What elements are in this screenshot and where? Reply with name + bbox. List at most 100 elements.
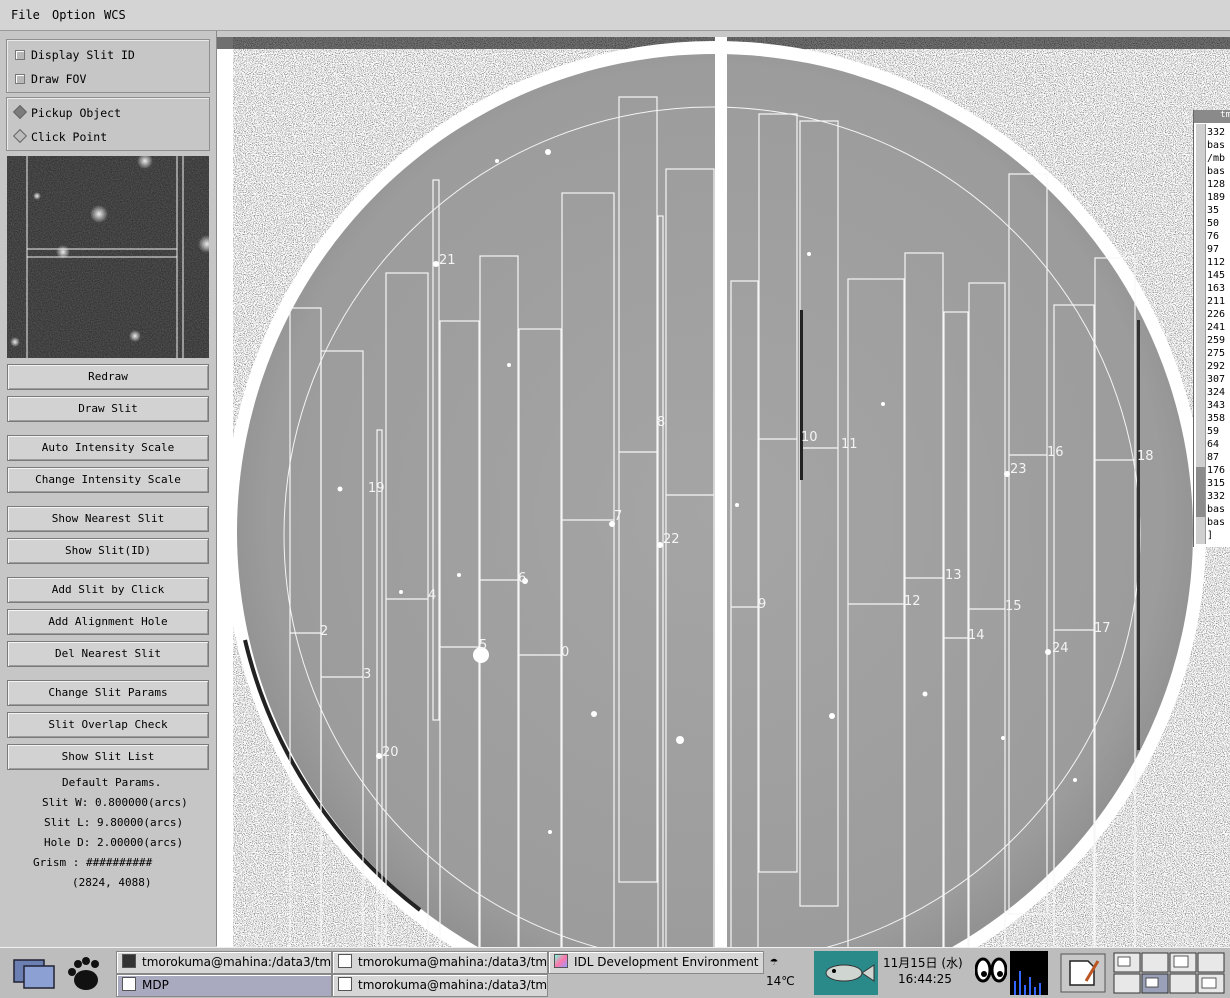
taskbar-terminal-2[interactable]: tmorokuma@mahina:/data3/tmor bbox=[332, 951, 548, 974]
field-image-svg: 0 2 3 4 5 6 7 8 9 10 11 12 13 14 15 16 1… bbox=[217, 37, 1230, 947]
slit-label: 7 bbox=[614, 509, 622, 524]
zoom-preview[interactable] bbox=[7, 156, 209, 358]
draw-slit-button[interactable]: Draw Slit bbox=[7, 396, 209, 422]
taskbar-terminal-3[interactable]: tmorokuma@mahina:/data3/tmor bbox=[332, 974, 548, 997]
slit-list-line: 226 bbox=[1207, 309, 1226, 320]
slit-list-line: 189 bbox=[1207, 192, 1226, 203]
slit-list-lines: 332 bas/mb bas 128 189 35 50 76 97 112 145 163 211 22… bbox=[1207, 126, 1225, 542]
grism-value: Grism : ########## bbox=[33, 856, 153, 869]
add-alignment-hole-button[interactable]: Add Alignment Hole bbox=[7, 609, 209, 635]
clock-date: 11月15日 (水) bbox=[883, 956, 963, 970]
slit-list-line: bas bbox=[1207, 517, 1226, 528]
slit-list-line: 87 bbox=[1207, 452, 1220, 463]
slit-list-line: 76 bbox=[1207, 231, 1220, 242]
slit-list-line: 64 bbox=[1207, 439, 1220, 450]
slit-label: 19 bbox=[368, 481, 385, 496]
terminal-icon bbox=[122, 954, 136, 968]
window-icon bbox=[338, 954, 352, 968]
gnome-foot-icon[interactable] bbox=[64, 954, 104, 994]
slit-list-line: 50 bbox=[1207, 218, 1220, 229]
menu-file[interactable]: File bbox=[11, 8, 40, 22]
slit-list-line: 112 bbox=[1207, 257, 1226, 268]
slit-list-line: 35 bbox=[1207, 205, 1220, 216]
control-panel: Display Slit ID Draw FOV Pickup Object C… bbox=[0, 31, 217, 946]
menu-wcs[interactable]: WCS bbox=[104, 8, 126, 22]
notes-icon[interactable] bbox=[1060, 953, 1106, 993]
slit-length-value: Slit L: 9.80000(arcs) bbox=[44, 816, 184, 829]
pick-mode-group: Pickup Object Click Point bbox=[6, 97, 210, 151]
slit-list-line: /mb bbox=[1207, 153, 1226, 164]
draw-fov-checkbox[interactable]: Draw FOV bbox=[15, 72, 86, 88]
slit-label: 2 bbox=[320, 624, 328, 639]
slit-label: 21 bbox=[439, 253, 456, 268]
menu-option[interactable]: Option bbox=[52, 8, 95, 22]
auto-intensity-scale-button[interactable]: Auto Intensity Scale bbox=[7, 435, 209, 461]
slit-list-line: 97 bbox=[1207, 244, 1220, 255]
show-slit-id-button[interactable]: Show Slit(ID) bbox=[7, 538, 209, 564]
pickup-object-radio[interactable]: Pickup Object bbox=[12, 104, 121, 122]
weather-icon: ☂ bbox=[770, 954, 778, 969]
scrollbar[interactable] bbox=[1196, 124, 1206, 544]
menu-bar: File Option WCS bbox=[0, 0, 1230, 31]
fish-icon[interactable] bbox=[814, 951, 878, 995]
slit-list-line: 358 bbox=[1207, 413, 1226, 424]
slit-label: 10 bbox=[801, 430, 818, 445]
slit-label: 6 bbox=[518, 571, 526, 586]
eyes-icon bbox=[975, 957, 1007, 983]
click-point-radio[interactable]: Click Point bbox=[12, 128, 107, 146]
slit-label: 4 bbox=[428, 588, 436, 603]
slit-list-line: ] bbox=[1207, 530, 1214, 541]
change-slit-params-button[interactable]: Change Slit Params bbox=[7, 680, 209, 706]
checkbox-icon bbox=[15, 50, 25, 60]
pager-icon[interactable] bbox=[1112, 951, 1228, 995]
mask-design-image[interactable]: 0 2 3 4 5 6 7 8 9 10 11 12 13 14 15 16 1… bbox=[217, 37, 1230, 947]
slit-label: 14 bbox=[968, 628, 985, 643]
slit-label: 17 bbox=[1094, 621, 1111, 636]
slit-list-line: 259 bbox=[1207, 335, 1226, 346]
slit-list-window[interactable]: tm 332 bas/mb bas 128 189 35 50 76 97 112 145 163 21… bbox=[1193, 110, 1230, 547]
slit-label: 9 bbox=[758, 597, 766, 612]
taskbar-terminal-1[interactable]: tmorokuma@mahina:/data3/tmor bbox=[116, 951, 332, 974]
redraw-button[interactable]: Redraw bbox=[7, 364, 209, 390]
slit-list-line: 145 bbox=[1207, 270, 1226, 281]
del-nearest-slit-button[interactable]: Del Nearest Slit bbox=[7, 641, 209, 667]
show-slit-list-button[interactable]: Show Slit List bbox=[7, 744, 209, 770]
taskbar: tmorokuma@mahina:/data3/tmor tmorokuma@m… bbox=[0, 947, 1230, 998]
clock-time: 16:44:25 bbox=[898, 972, 952, 986]
slit-list-title: tm bbox=[1194, 110, 1230, 123]
slit-label: 0 bbox=[561, 645, 569, 660]
window-icon bbox=[338, 977, 352, 991]
slit-label: 8 bbox=[657, 415, 665, 430]
slit-label: 16 bbox=[1047, 445, 1064, 460]
slit-list-line: 241 bbox=[1207, 322, 1226, 333]
window-icon bbox=[122, 977, 136, 991]
scrollbar-thumb[interactable] bbox=[1196, 467, 1205, 517]
slit-label: 12 bbox=[904, 594, 921, 609]
slit-list-line: 307 bbox=[1207, 374, 1226, 385]
slit-label: 18 bbox=[1137, 449, 1154, 464]
slit-label: 24 bbox=[1052, 641, 1069, 656]
slit-overlap-check-button[interactable]: Slit Overlap Check bbox=[7, 712, 209, 738]
slit-label: 20 bbox=[382, 745, 399, 760]
add-slit-by-click-button[interactable]: Add Slit by Click bbox=[7, 577, 209, 603]
taskbar-mdp[interactable]: MDP bbox=[116, 974, 332, 997]
slit-list-line: 343 bbox=[1207, 400, 1226, 411]
slit-list-line: 332 bbox=[1207, 491, 1226, 502]
slit-label: 3 bbox=[363, 667, 371, 682]
cpu-monitor-icon bbox=[1010, 951, 1048, 995]
show-nearest-slit-button[interactable]: Show Nearest Slit bbox=[7, 506, 209, 532]
slit-list-line: bas bbox=[1207, 140, 1226, 151]
computer-icon[interactable] bbox=[12, 956, 56, 992]
slit-list-line: 59 bbox=[1207, 426, 1220, 437]
slit-list-line: 315 bbox=[1207, 478, 1226, 489]
slit-label: 13 bbox=[945, 568, 962, 583]
temperature: 14℃ bbox=[766, 974, 795, 988]
slit-list-line: 163 bbox=[1207, 283, 1226, 294]
taskbar-idl[interactable]: IDL Development Environment bbox=[548, 951, 764, 974]
slit-label: 11 bbox=[841, 437, 858, 452]
slit-width-value: Slit W: 0.800000(arcs) bbox=[42, 796, 188, 809]
change-intensity-scale-button[interactable]: Change Intensity Scale bbox=[7, 467, 209, 493]
checkbox-icon bbox=[15, 74, 25, 84]
display-slit-id-checkbox[interactable]: Display Slit ID bbox=[15, 48, 135, 64]
slit-label: 5 bbox=[479, 638, 487, 653]
